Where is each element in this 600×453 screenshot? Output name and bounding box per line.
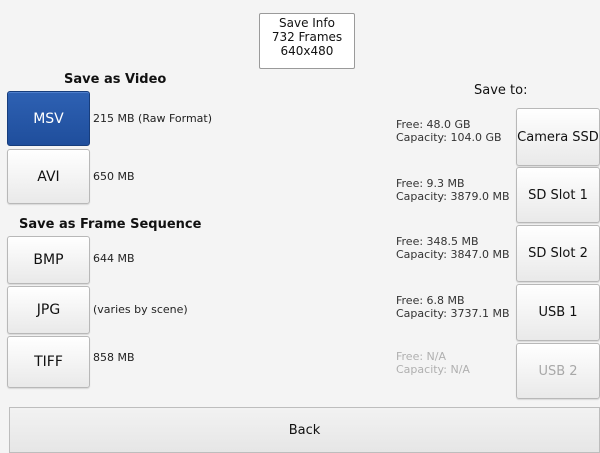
sd-slot-1-capacity: Capacity: 3879.0 MB xyxy=(396,190,510,203)
sd-slot-1-free: Free: 9.3 MB xyxy=(396,177,465,190)
usb-2-capacity: Capacity: N/A xyxy=(396,363,470,376)
save-to-heading: Save to: xyxy=(474,83,528,98)
sd-slot-2-label: SD Slot 2 xyxy=(528,246,588,261)
format-avi-button[interactable]: AVI xyxy=(7,149,90,204)
camera-ssd-label: Camera SSD xyxy=(517,129,599,145)
save-as-frame-sequence-heading: Save as Frame Sequence xyxy=(19,217,202,232)
format-jpg-label: JPG xyxy=(36,302,61,318)
save-info-box: Save Info 732 Frames 640x480 xyxy=(259,13,355,69)
usb-1-label: USB 1 xyxy=(538,305,578,320)
sd-slot-1-button[interactable]: SD Slot 1 xyxy=(516,167,600,223)
format-jpg-size: (varies by scene) xyxy=(93,303,188,316)
camera-ssd-free: Free: 48.0 GB xyxy=(396,118,471,131)
save-info-title: Save Info xyxy=(279,16,335,30)
usb-1-capacity: Capacity: 3737.1 MB xyxy=(396,307,510,320)
format-bmp-button[interactable]: BMP xyxy=(7,236,90,284)
usb-2-label: USB 2 xyxy=(538,363,578,379)
sd-slot-2-button[interactable]: SD Slot 2 xyxy=(516,225,600,282)
usb-1-free: Free: 6.8 MB xyxy=(396,294,465,307)
format-msv-size: 215 MB (Raw Format) xyxy=(93,112,213,125)
format-tiff-size: 858 MB xyxy=(93,351,135,364)
format-avi-size: 650 MB xyxy=(93,170,135,183)
usb-1-storage-info: Free: 6.8 MB Capacity: 3737.1 MB xyxy=(396,294,510,320)
usb-2-button[interactable]: USB 2 xyxy=(516,343,600,399)
sd-slot-2-capacity: Capacity: 3847.0 MB xyxy=(396,248,510,261)
back-button[interactable]: Back xyxy=(9,407,600,453)
camera-ssd-button[interactable]: Camera SSD xyxy=(516,108,600,166)
format-msv-button[interactable]: MSV xyxy=(7,91,90,146)
usb-1-button[interactable]: USB 1 xyxy=(516,284,600,341)
format-avi-label: AVI xyxy=(37,168,60,185)
sd-slot-2-storage-info: Free: 348.5 MB Capacity: 3847.0 MB xyxy=(396,235,510,261)
format-bmp-label: BMP xyxy=(33,252,64,268)
save-info-resolution: 640x480 xyxy=(280,44,334,58)
save-as-video-heading: Save as Video xyxy=(64,72,167,87)
format-tiff-label: TIFF xyxy=(34,354,63,370)
back-label: Back xyxy=(288,422,321,438)
sd-slot-1-storage-info: Free: 9.3 MB Capacity: 3879.0 MB xyxy=(396,177,510,203)
sd-slot-1-label: SD Slot 1 xyxy=(528,187,588,203)
usb-2-free: Free: N/A xyxy=(396,350,447,363)
format-tiff-button[interactable]: TIFF xyxy=(7,336,90,388)
format-jpg-button[interactable]: JPG xyxy=(7,286,90,334)
format-bmp-size: 644 MB xyxy=(93,252,135,265)
camera-ssd-storage-info: Free: 48.0 GB Capacity: 104.0 GB xyxy=(396,118,502,144)
save-info-frames: 732 Frames xyxy=(271,30,343,44)
usb-2-storage-info: Free: N/A Capacity: N/A xyxy=(396,350,470,376)
sd-slot-2-free: Free: 348.5 MB xyxy=(396,235,479,248)
camera-ssd-capacity: Capacity: 104.0 GB xyxy=(396,131,502,144)
format-msv-label: MSV xyxy=(33,110,64,127)
